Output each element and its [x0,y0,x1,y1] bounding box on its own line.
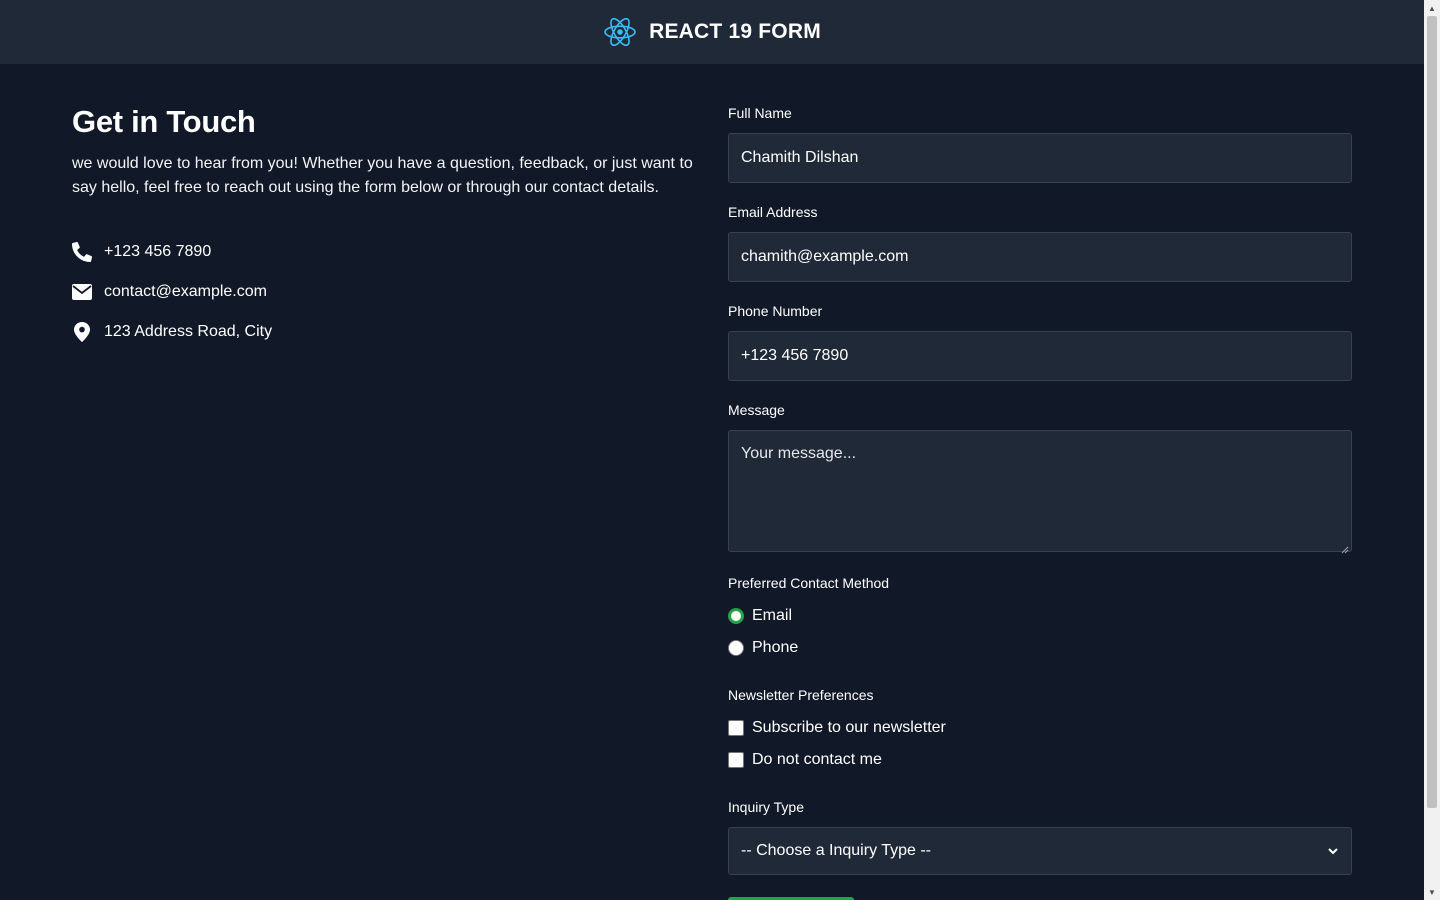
full-name-field-group: Full Name Chamith Dilshan [728,104,1352,183]
email-label: Email Address [728,204,818,220]
contact-method-option-email[interactable]: Email [728,600,1352,632]
inquiry-selected-value: -- Choose a Inquiry Type -- [741,842,932,859]
contact-details-list: +123 456 7890 contact@example.com 123 Ad… [72,232,702,352]
contact-method-group: Preferred Contact Method Email Phone [728,574,1352,664]
scroll-up-arrow-icon[interactable]: ▲ [1424,0,1440,16]
envelope-icon [72,282,92,302]
phone-label: Phone Number [728,303,823,319]
app-header: REACT 19 FORM [0,0,1424,64]
email-radio[interactable] [728,608,744,624]
contact-item-address: 123 Address Road, City [72,312,702,352]
inquiry-field-group: Inquiry Type -- Choose a Inquiry Type -- [728,798,1352,875]
message-placeholder: Your message... [741,445,857,462]
contact-info-section: Get in Touch we would love to hear from … [72,104,702,352]
message-field-group: Message Your message... [728,401,1352,554]
react-atom-icon [603,15,637,49]
full-name-input[interactable]: Chamith Dilshan [728,133,1352,183]
contact-email-text: contact@example.com [104,283,267,300]
do-not-contact-checkbox[interactable] [728,752,744,768]
contact-address-text: 123 Address Road, City [104,323,273,340]
phone-radio-label[interactable]: Phone [752,639,798,657]
newsletter-option-do-not-contact[interactable]: Do not contact me [728,744,1352,776]
phone-icon [72,242,92,262]
map-pin-icon [72,322,92,342]
contact-method-option-phone[interactable]: Phone [728,632,1352,664]
contact-item-phone: +123 456 7890 [72,232,702,272]
vertical-scrollbar[interactable]: ▲ ▼ [1424,0,1440,900]
contact-method-label: Preferred Contact Method [728,575,890,591]
message-label: Message [728,402,785,418]
full-name-label: Full Name [728,105,792,121]
phone-field-group: Phone Number +123 456 7890 [728,302,1352,381]
contact-phone-text: +123 456 7890 [104,243,212,260]
chevron-down-icon [1327,845,1339,857]
page-title: Get in Touch [72,104,256,139]
phone-radio[interactable] [728,640,744,656]
scrollbar-thumb[interactable] [1427,16,1437,808]
phone-input[interactable]: +123 456 7890 [728,331,1352,381]
inquiry-type-select[interactable]: -- Choose a Inquiry Type -- [728,827,1352,875]
intro-text: we would love to hear from you! Whether … [72,155,693,196]
message-textarea[interactable]: Your message... [728,430,1352,554]
subscribe-checkbox-label[interactable]: Subscribe to our newsletter [752,719,946,737]
newsletter-label: Newsletter Preferences [728,687,874,703]
inquiry-label: Inquiry Type [728,799,805,815]
subscribe-checkbox[interactable] [728,720,744,736]
scroll-down-arrow-icon[interactable]: ▼ [1424,884,1440,900]
do-not-contact-checkbox-label[interactable]: Do not contact me [752,751,882,769]
app-title: REACT 19 FORM [649,20,821,43]
email-radio-label[interactable]: Email [752,607,792,625]
newsletter-group: Newsletter Preferences Subscribe to our … [728,686,1352,776]
contact-form: Full Name Chamith Dilshan Email Address … [728,104,1352,895]
email-field-group: Email Address chamith@example.com [728,203,1352,282]
resize-grip-icon[interactable] [1341,541,1349,554]
contact-item-email: contact@example.com [72,272,702,312]
email-input[interactable]: chamith@example.com [728,232,1352,282]
newsletter-option-subscribe[interactable]: Subscribe to our newsletter [728,712,1352,744]
